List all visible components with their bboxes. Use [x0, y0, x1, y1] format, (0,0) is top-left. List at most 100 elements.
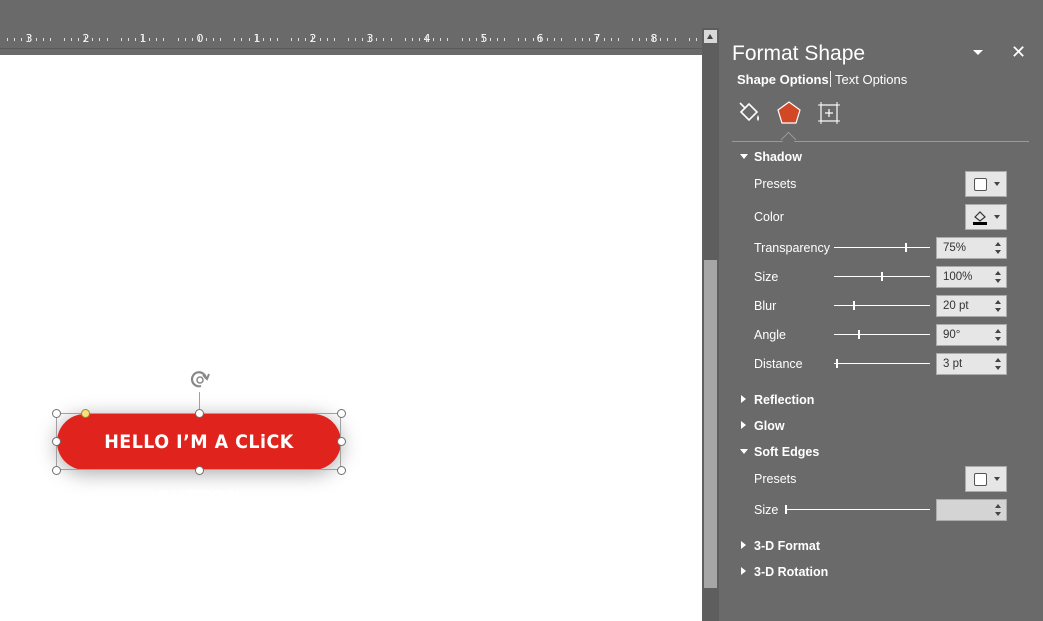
shadow-color-dropdown[interactable] — [965, 204, 1007, 230]
resize-handle-top[interactable] — [195, 409, 204, 418]
ruler-label: 7 — [593, 32, 601, 45]
ruler-tick — [575, 38, 576, 41]
spinner-value[interactable]: 100% — [943, 271, 972, 283]
size-slider[interactable] — [834, 272, 930, 281]
angle-slider[interactable] — [834, 330, 930, 339]
category-underline — [732, 141, 1029, 142]
section-3d-rotation-header[interactable]: 3-D Rotation — [754, 565, 828, 579]
close-icon[interactable]: ✕ — [1011, 42, 1026, 63]
spin-up-icon[interactable] — [995, 271, 1001, 275]
slider-thumb[interactable] — [836, 359, 838, 368]
section-shadow-header[interactable]: Shadow — [754, 150, 802, 164]
ruler-tick — [334, 38, 335, 41]
expand-arrow-icon[interactable] — [741, 567, 746, 575]
section-soft-edges-header[interactable]: Soft Edges — [754, 445, 819, 459]
scroll-thumb[interactable] — [704, 260, 717, 588]
section-reflection-header[interactable]: Reflection — [754, 393, 814, 407]
resize-handle-right[interactable] — [337, 437, 346, 446]
distance-spinner[interactable]: 3 pt — [936, 353, 1007, 375]
ruler-tick — [646, 38, 647, 41]
dropdown-arrow-icon — [994, 477, 1000, 481]
spin-down-icon[interactable] — [995, 279, 1001, 283]
transparency-slider[interactable] — [834, 243, 930, 252]
spin-down-icon[interactable] — [995, 308, 1001, 312]
expand-arrow-icon[interactable] — [741, 541, 746, 549]
scroll-up-button[interactable] — [704, 30, 717, 43]
spin-up-icon[interactable] — [995, 329, 1001, 333]
spin-up-icon[interactable] — [995, 504, 1001, 508]
spin-down-icon[interactable] — [995, 366, 1001, 370]
chevron-down-icon[interactable] — [972, 47, 984, 57]
ruler-tick — [433, 38, 434, 41]
ruler-tick — [121, 38, 122, 41]
ruler-tick — [128, 38, 129, 41]
blur-spinner[interactable]: 20 pt — [936, 295, 1007, 317]
adjust-handle[interactable] — [81, 409, 90, 418]
ruler-tick — [376, 38, 377, 41]
spin-down-icon[interactable] — [995, 512, 1001, 516]
ruler-tick — [462, 38, 463, 41]
shadow-presets-dropdown[interactable] — [965, 171, 1007, 197]
vertical-scrollbar[interactable] — [702, 28, 719, 621]
distance-slider[interactable] — [834, 359, 930, 368]
spinner-value[interactable]: 75% — [943, 242, 966, 254]
soft-edges-size-spinner[interactable] — [936, 499, 1007, 521]
soft-edges-presets-dropdown[interactable] — [965, 466, 1007, 492]
size-properties-icon[interactable] — [816, 100, 842, 126]
expand-arrow-icon[interactable] — [740, 154, 748, 159]
resize-handle-bottom[interactable] — [195, 466, 204, 475]
preset-swatch-icon — [974, 473, 987, 486]
slider-thumb[interactable] — [853, 301, 855, 310]
ruler-tick — [156, 38, 157, 41]
spin-up-icon[interactable] — [995, 358, 1001, 362]
ruler-tick — [362, 38, 363, 41]
format-shape-pane: Format Shape ✕ Shape Options Text Option… — [719, 28, 1043, 621]
resize-handle-bottom-right[interactable] — [337, 466, 346, 475]
spin-down-icon[interactable] — [995, 337, 1001, 341]
slider-thumb[interactable] — [905, 243, 907, 252]
expand-arrow-icon[interactable] — [740, 449, 748, 454]
expand-arrow-icon[interactable] — [741, 421, 746, 429]
size-spinner[interactable]: 100% — [936, 266, 1007, 288]
ruler-tick — [320, 38, 321, 41]
ruler-tick — [660, 38, 661, 41]
ruler-tick — [405, 38, 406, 41]
effects-pentagon-icon[interactable] — [776, 100, 802, 126]
section-glow-header[interactable]: Glow — [754, 419, 785, 433]
resize-handle-top-right[interactable] — [337, 409, 346, 418]
ruler-tick — [483, 36, 484, 42]
resize-handle-left[interactable] — [52, 437, 61, 446]
spinner-value[interactable]: 3 pt — [943, 358, 962, 370]
spin-up-icon[interactable] — [995, 242, 1001, 246]
tab-shape-options[interactable]: Shape Options — [737, 72, 829, 87]
slider-thumb[interactable] — [858, 330, 860, 339]
resize-handle-top-left[interactable] — [52, 409, 61, 418]
ruler-tick — [28, 36, 29, 42]
slider-thumb[interactable] — [881, 272, 883, 281]
ruler-tick — [504, 38, 505, 41]
expand-arrow-icon[interactable] — [741, 395, 746, 403]
slide-canvas[interactable] — [0, 55, 702, 621]
ruler-tick — [192, 38, 193, 41]
rotate-handle-icon[interactable] — [188, 368, 212, 392]
ruler-tick — [185, 38, 186, 41]
transparency-spinner[interactable]: 75% — [936, 237, 1007, 259]
spinner-value[interactable]: 20 pt — [943, 300, 969, 312]
tab-text-options[interactable]: Text Options — [835, 72, 907, 87]
resize-handle-bottom-left[interactable] — [52, 466, 61, 475]
soft-edges-size-slider[interactable] — [785, 505, 930, 514]
spinner-value[interactable]: 90° — [943, 329, 960, 341]
fill-line-icon[interactable] — [737, 100, 763, 126]
ruler-tick — [540, 36, 541, 42]
ruler-tick — [213, 38, 214, 41]
ruler-tick — [277, 38, 278, 41]
blur-slider[interactable] — [834, 301, 930, 310]
ruler-label: 3 — [25, 32, 33, 45]
ruler-tick — [533, 38, 534, 41]
ruler-tick — [92, 38, 93, 41]
slider-thumb[interactable] — [785, 505, 787, 514]
angle-spinner[interactable]: 90° — [936, 324, 1007, 346]
spin-up-icon[interactable] — [995, 300, 1001, 304]
spin-down-icon[interactable] — [995, 250, 1001, 254]
section-3d-format-header[interactable]: 3-D Format — [754, 539, 820, 553]
